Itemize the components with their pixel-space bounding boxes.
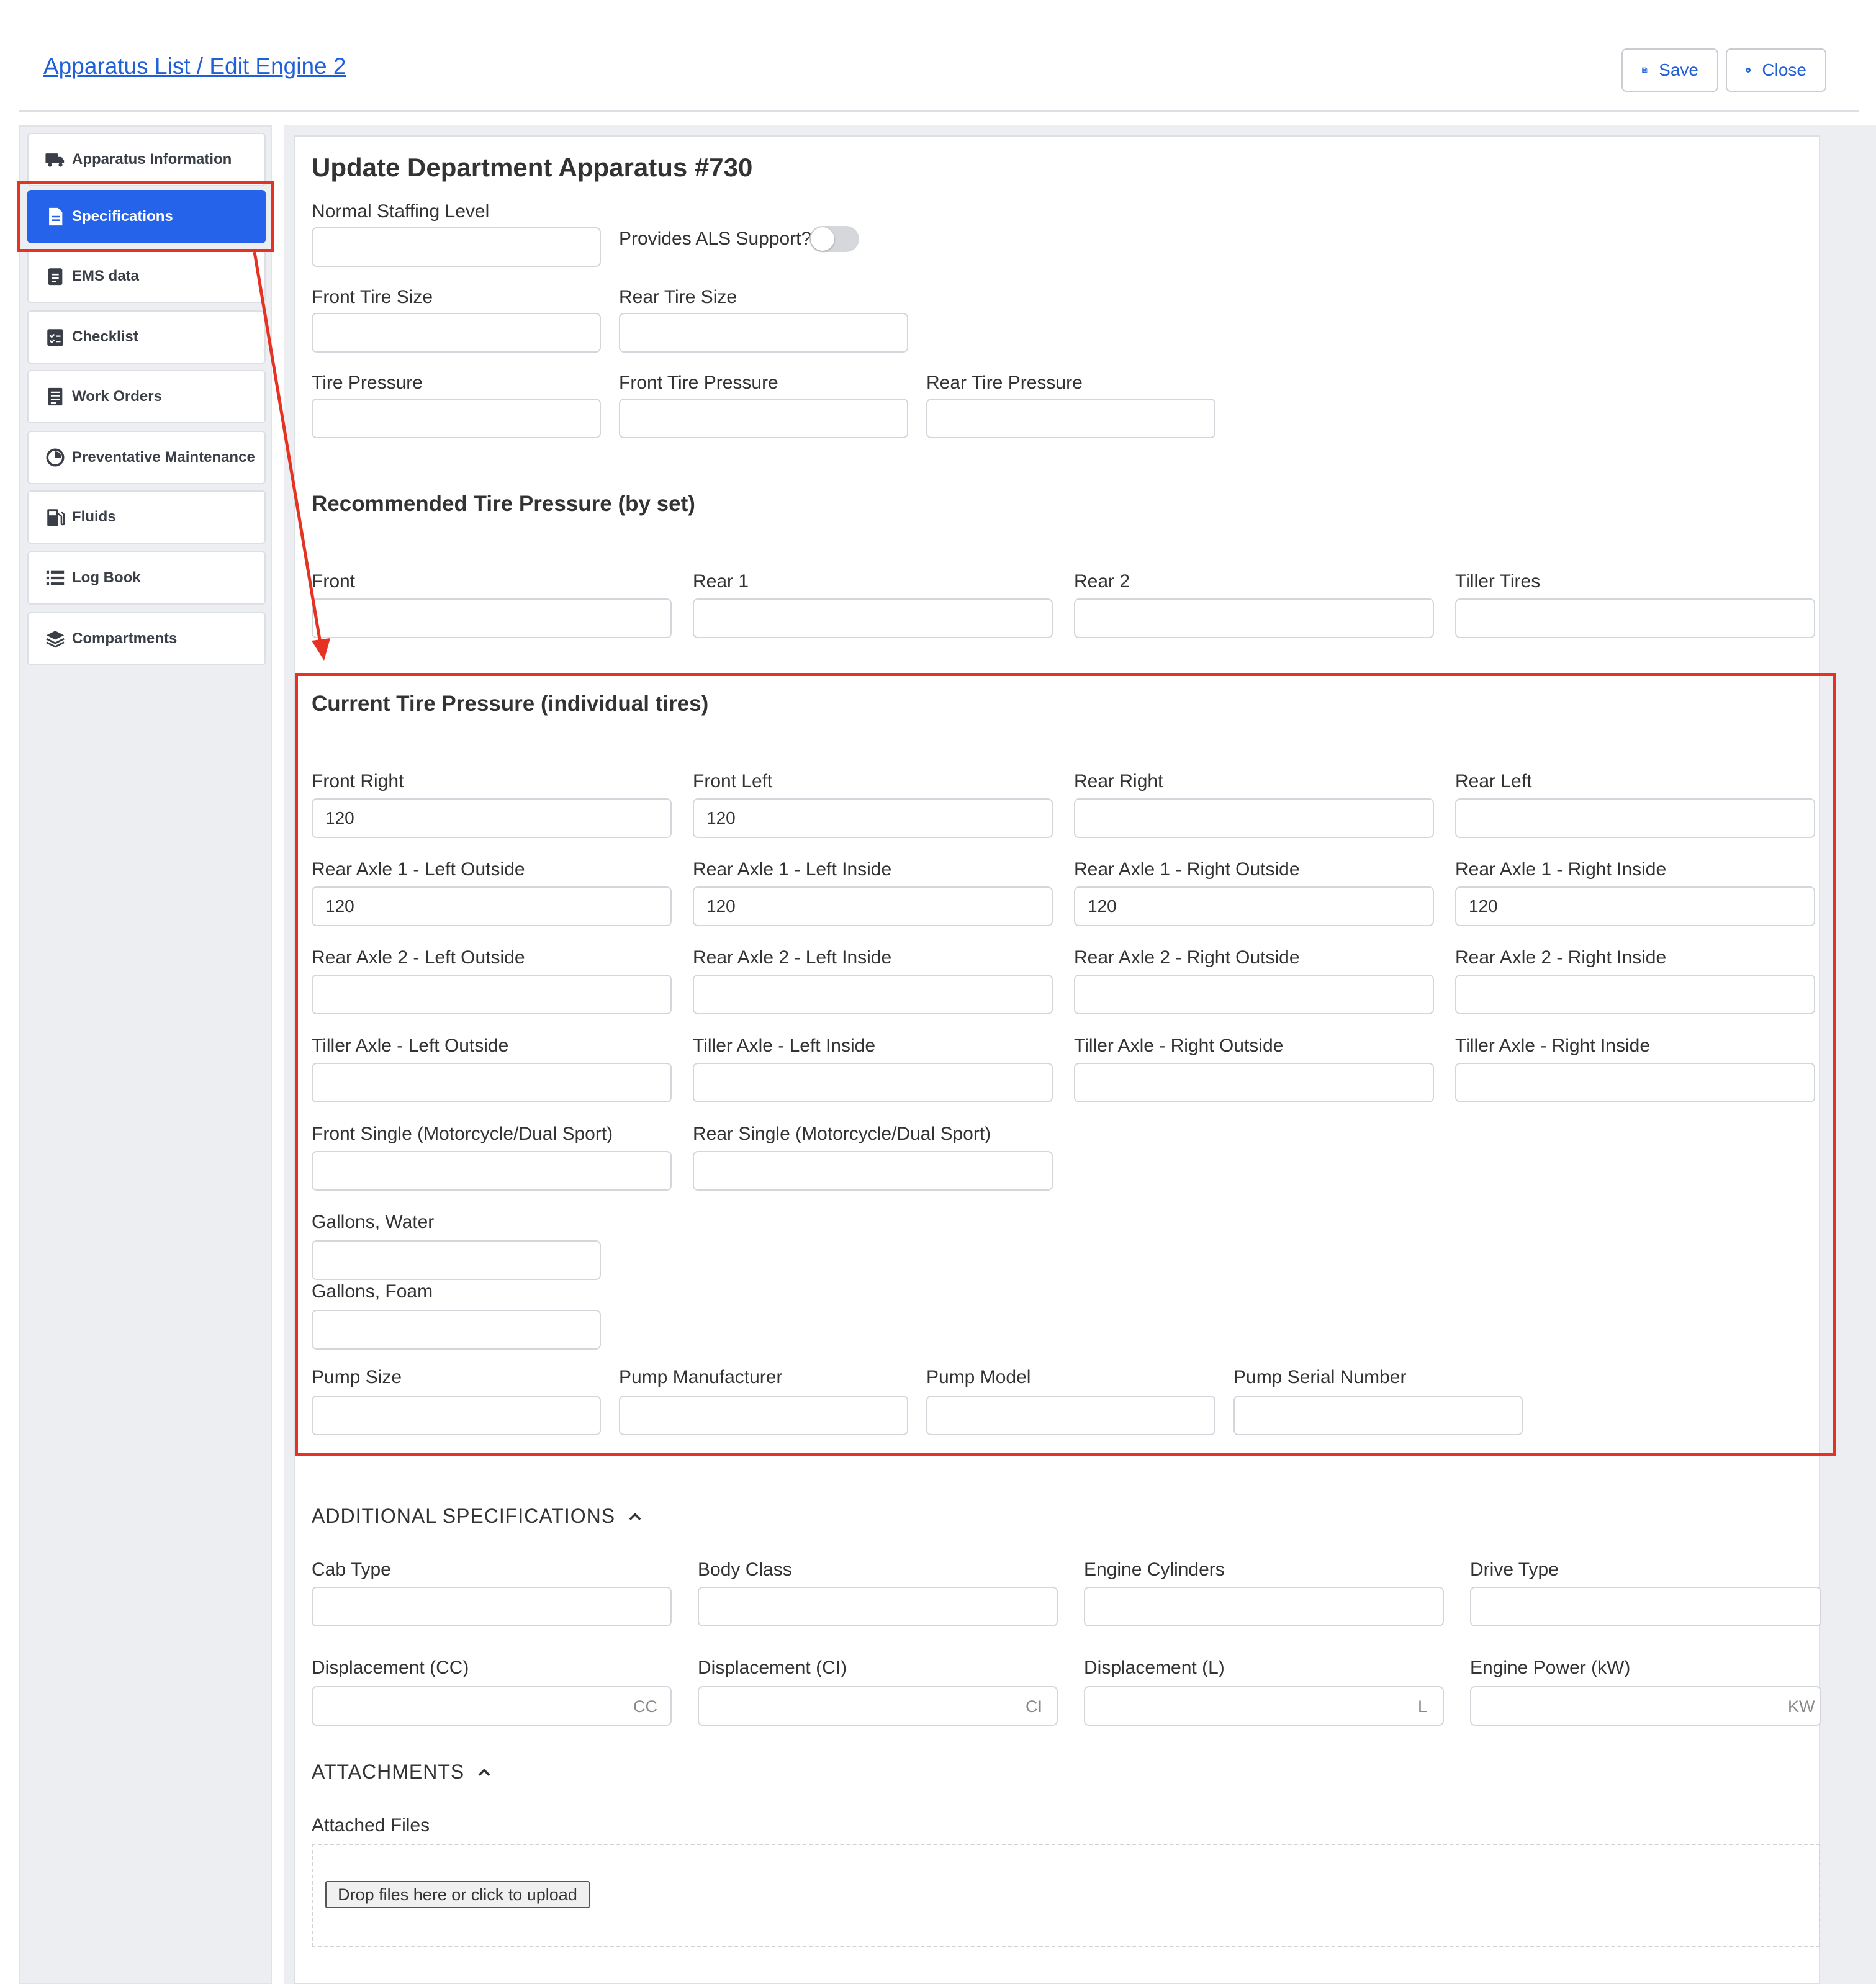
chevron-up-icon <box>478 1768 490 1776</box>
toggle-knob <box>811 227 834 251</box>
gauge-icon <box>46 448 65 467</box>
normal-staffing-label: Normal Staffing Level <box>312 201 490 222</box>
displacement-cc-label: Displacement (CC) <box>312 1657 469 1678</box>
sidebar-item-apparatus-information[interactable]: Apparatus Information <box>27 133 266 186</box>
additional-specs-heading: ADDITIONAL SPECIFICATIONS <box>312 1505 616 1527</box>
body-class-label: Body Class <box>698 1559 792 1580</box>
layers-icon <box>46 631 65 648</box>
front-tire-size-label: Front Tire Size <box>312 287 433 307</box>
clipboard-icon <box>48 268 63 286</box>
recommended-rear2-input[interactable] <box>1074 598 1434 638</box>
rear-tire-pressure-label: Rear Tire Pressure <box>926 372 1083 393</box>
sidebar-item-checklist[interactable]: Checklist <box>27 310 266 364</box>
attachments-toggle[interactable]: ATTACHMENTS <box>312 1761 493 1783</box>
close-circle-icon <box>1746 68 1751 73</box>
sidebar-item-label: Checklist <box>72 328 138 345</box>
sidebar-item-compartments[interactable]: Compartments <box>27 612 266 665</box>
sidebar-item-label: Compartments <box>72 630 178 647</box>
close-label: Close <box>1762 60 1806 79</box>
engine-cylinders-label: Engine Cylinders <box>1084 1559 1225 1580</box>
tire-pressure-label: Tire Pressure <box>312 372 423 393</box>
normal-staffing-input[interactable] <box>312 227 601 267</box>
sidebar-item-label: Log Book <box>72 569 141 586</box>
sidebar-item-label: Work Orders <box>72 388 162 405</box>
additional-specs-toggle[interactable]: ADDITIONAL SPECIFICATIONS <box>312 1505 644 1528</box>
front-tire-pressure-label: Front Tire Pressure <box>619 372 778 393</box>
sidebar-item-label: Preventative Maintenance <box>72 449 255 466</box>
cc-suffix: CC <box>633 1697 657 1716</box>
header-divider <box>19 110 1859 112</box>
engine-power-label: Engine Power (kW) <box>1470 1657 1631 1678</box>
close-button[interactable]: Close <box>1726 48 1826 92</box>
sidebar-item-fluids[interactable]: Fluids <box>27 490 266 544</box>
ci-suffix: CI <box>1026 1697 1042 1716</box>
sidebar-item-label: Apparatus Information <box>72 151 232 168</box>
upload-button[interactable]: Drop files here or click to upload <box>325 1881 590 1908</box>
recommended-rear1-input[interactable] <box>693 598 1053 638</box>
page-title: Update Department Apparatus #730 <box>312 153 753 182</box>
displacement-l-input[interactable] <box>1084 1686 1444 1726</box>
displacement-cc-input[interactable] <box>312 1686 672 1726</box>
truck-icon <box>45 153 65 167</box>
save-label: Save <box>1659 60 1698 79</box>
front-tire-size-input[interactable] <box>312 313 601 353</box>
floppy-disk-icon <box>1642 67 1648 73</box>
checklist-icon <box>47 329 63 346</box>
recommended-tiller-label: Tiller Tires <box>1455 571 1541 592</box>
sidebar-item-log-book[interactable]: Log Book <box>27 551 266 605</box>
front-tire-pressure-input[interactable] <box>619 399 908 438</box>
recommended-tiller-input[interactable] <box>1455 598 1815 638</box>
tire-pressure-input[interactable] <box>312 399 601 438</box>
l-suffix: L <box>1418 1697 1428 1716</box>
list-icon <box>46 570 65 585</box>
recommended-front-input[interactable] <box>312 598 672 638</box>
annotation-box-current-pressure <box>295 673 1836 1456</box>
body-class-input[interactable] <box>698 1587 1058 1626</box>
recommended-rear2-label: Rear 2 <box>1074 571 1130 592</box>
recommended-front-label: Front <box>312 571 356 592</box>
attached-files-label: Attached Files <box>312 1815 430 1836</box>
cab-type-input[interactable] <box>312 1587 672 1626</box>
displacement-ci-label: Displacement (CI) <box>698 1657 847 1678</box>
kw-suffix: KW <box>1788 1697 1815 1716</box>
attachments-heading: ATTACHMENTS <box>312 1761 465 1783</box>
cab-type-label: Cab Type <box>312 1559 391 1580</box>
recommended-heading: Recommended Tire Pressure (by set) <box>312 492 695 516</box>
als-support-label: Provides ALS Support? <box>619 228 812 249</box>
drive-type-input[interactable] <box>1470 1587 1821 1626</box>
rear-tire-pressure-input[interactable] <box>926 399 1215 438</box>
save-button[interactable]: Save <box>1621 48 1718 92</box>
sidebar-item-ems-data[interactable]: EMS data <box>27 250 266 303</box>
als-support-toggle[interactable] <box>809 226 859 252</box>
annotation-box-sidebar <box>17 181 274 252</box>
engine-power-input[interactable] <box>1470 1686 1821 1726</box>
sidebar: Apparatus Information Specifications EMS… <box>19 125 272 1984</box>
sidebar-item-preventative-maintenance[interactable]: Preventative Maintenance <box>27 431 266 484</box>
rear-tire-size-input[interactable] <box>619 313 908 353</box>
work-order-icon <box>48 387 63 406</box>
displacement-l-label: Displacement (L) <box>1084 1657 1225 1678</box>
sidebar-item-label: Fluids <box>72 508 116 525</box>
drive-type-label: Drive Type <box>1470 1559 1559 1580</box>
chevron-up-icon <box>629 1512 641 1520</box>
sidebar-item-work-orders[interactable]: Work Orders <box>27 370 266 423</box>
displacement-ci-input[interactable] <box>698 1686 1058 1726</box>
breadcrumb[interactable]: Apparatus List / Edit Engine 2 <box>43 53 346 79</box>
sidebar-item-label: EMS data <box>72 268 140 284</box>
recommended-rear1-label: Rear 1 <box>693 571 749 592</box>
fuel-pump-icon <box>47 509 65 526</box>
rear-tire-size-label: Rear Tire Size <box>619 287 737 307</box>
engine-cylinders-input[interactable] <box>1084 1587 1444 1626</box>
